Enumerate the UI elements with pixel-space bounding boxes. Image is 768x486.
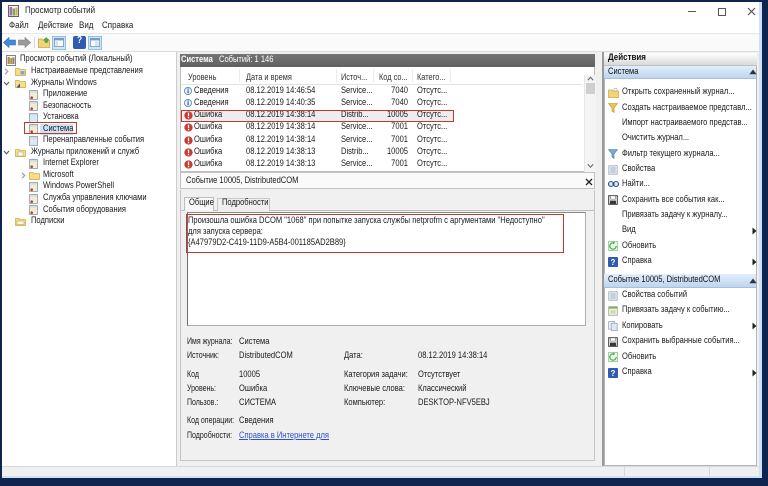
- svg-text:?: ?: [610, 258, 615, 267]
- svg-text:?: ?: [610, 369, 615, 378]
